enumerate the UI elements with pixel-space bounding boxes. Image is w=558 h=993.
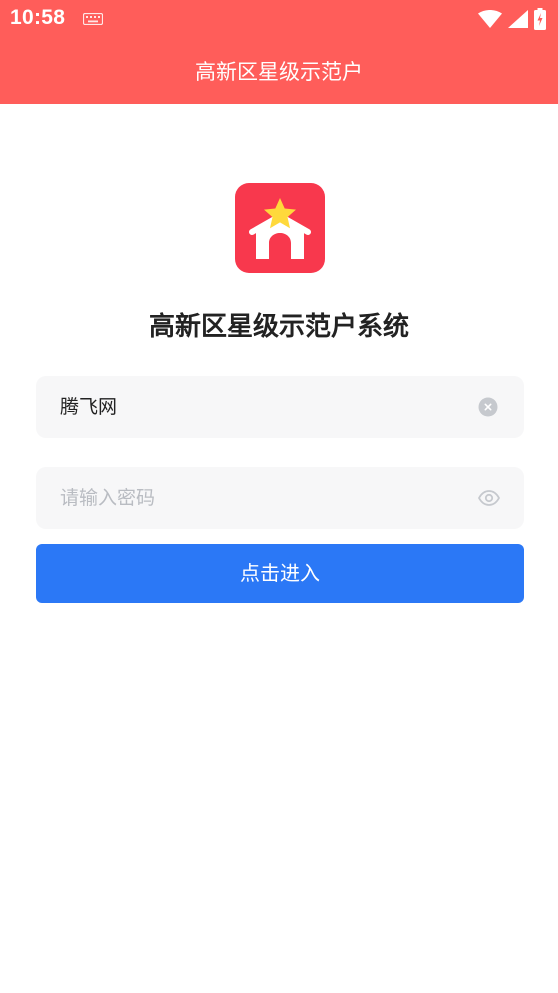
signal-icon [508,10,528,28]
system-title: 高新区星级示范户系统 [148,312,409,342]
header-title: 高新区星级示范户 [195,60,363,84]
password-field[interactable]: 请输入密码 [36,467,524,529]
username-field[interactable]: 腾飞网 [36,376,524,438]
eye-icon[interactable] [478,489,500,507]
battery-charging-icon [534,8,546,30]
status-icons [478,8,546,30]
username-input[interactable]: 腾飞网 [60,376,117,438]
submit-button[interactable]: 点击进入 [36,544,524,603]
status-time: 10:58 [10,6,66,29]
star-house-icon [249,198,311,259]
clear-icon[interactable] [478,397,498,417]
wifi-icon [478,10,502,28]
status-bar: 10:58 [0,0,558,38]
password-input[interactable]: 请输入密码 [60,467,155,529]
app-header: 10:58 高新区星级示范户 [0,0,558,104]
app-logo [235,183,325,273]
keyboard-icon [83,13,103,25]
